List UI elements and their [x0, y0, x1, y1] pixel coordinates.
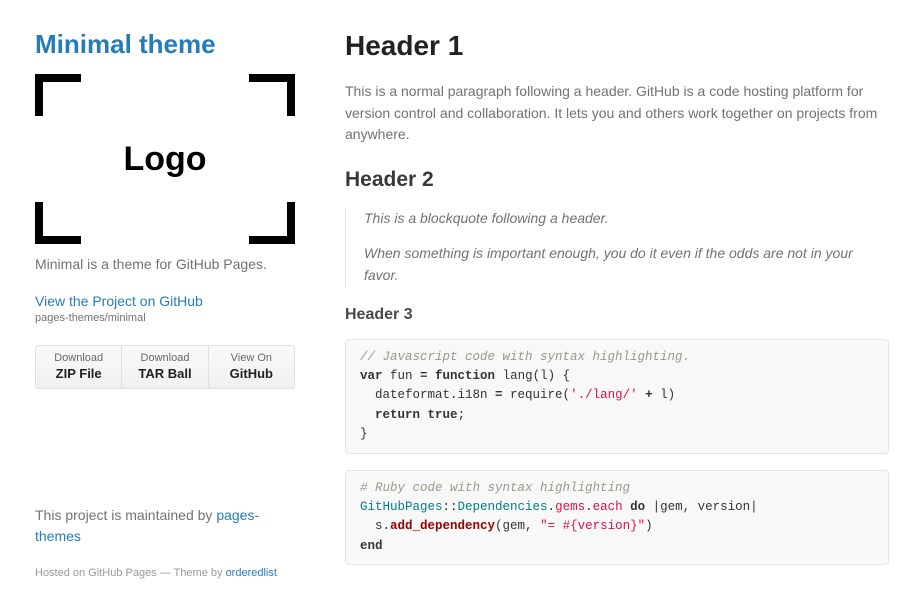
code-text: dateformat.i18n	[360, 388, 495, 402]
code-text: (gem,	[495, 519, 540, 533]
logo-corner-icon	[249, 74, 295, 116]
download-label-big: TAR Ball	[126, 366, 203, 382]
code-op: =	[420, 369, 428, 383]
download-label-big: GitHub	[213, 366, 290, 382]
download-buttons: Download ZIP File Download TAR Ball View…	[35, 345, 295, 390]
code-text: lang(l) {	[495, 369, 570, 383]
code-method: add_dependency	[390, 519, 495, 533]
download-tar-button[interactable]: Download TAR Ball	[122, 346, 208, 389]
site-title-link[interactable]: Minimal theme	[35, 29, 216, 59]
code-text	[360, 408, 375, 422]
code-class: GitHubPages	[360, 500, 443, 514]
download-label-small: Download	[141, 352, 190, 364]
code-method: gems	[555, 500, 585, 514]
code-text: .	[585, 500, 593, 514]
code-text: |gem, version|	[645, 500, 758, 514]
code-keyword: function	[428, 369, 496, 383]
logo-image: Logo	[35, 74, 295, 244]
code-text: ::	[443, 500, 458, 514]
download-zip-button[interactable]: Download ZIP File	[36, 346, 122, 389]
blockquote-paragraph: When something is important enough, you …	[364, 243, 889, 286]
code-string: './lang/'	[570, 388, 638, 402]
hosted-prefix: Hosted on GitHub Pages — Theme by	[35, 567, 226, 579]
code-block-ruby: # Ruby code with syntax highlighting Git…	[345, 470, 889, 566]
logo-corner-icon	[35, 202, 81, 244]
code-comment: // Javascript code with syntax highlight…	[360, 350, 690, 364]
code-block-js: // Javascript code with syntax highlight…	[345, 339, 889, 454]
site-tagline: Minimal is a theme for GitHub Pages.	[35, 254, 285, 275]
hosted-on: Hosted on GitHub Pages — Theme by ordere…	[35, 565, 285, 582]
code-op: +	[645, 388, 653, 402]
main-content: Header 1 This is a normal paragraph foll…	[325, 25, 889, 581]
code-keyword: end	[360, 539, 383, 553]
code-keyword: var	[360, 369, 383, 383]
download-label-small: View On	[231, 352, 272, 364]
view-on-github-link[interactable]: View the Project on GitHub	[35, 293, 203, 309]
view-on-github-button[interactable]: View On GitHub	[209, 346, 294, 389]
repo-slug: pages-themes/minimal	[35, 310, 285, 327]
header-2: Header 2	[345, 164, 889, 196]
code-text	[623, 500, 631, 514]
code-text	[420, 408, 428, 422]
code-text: s.	[360, 519, 390, 533]
blockquote: This is a blockquote following a header.…	[345, 208, 889, 287]
code-string: "= #{version}"	[540, 519, 645, 533]
download-label-small: Download	[54, 352, 103, 364]
code-text: }	[360, 427, 368, 441]
code-text: fun	[383, 369, 421, 383]
maintained-by: This project is maintained by pages-them…	[35, 505, 285, 547]
download-label-big: ZIP File	[40, 366, 117, 382]
logo-text: Logo	[123, 134, 206, 185]
code-method: each	[593, 500, 623, 514]
code-text: .	[548, 500, 556, 514]
code-text: require(	[503, 388, 571, 402]
theme-author-link[interactable]: orderedlist	[226, 567, 277, 579]
logo-corner-icon	[249, 202, 295, 244]
sidebar: Minimal theme Logo Minimal is a theme fo…	[35, 25, 325, 581]
code-keyword: do	[630, 500, 645, 514]
code-text: l)	[653, 388, 676, 402]
code-op: =	[495, 388, 503, 402]
code-text: ;	[458, 408, 466, 422]
header-3: Header 3	[345, 303, 889, 327]
code-class: Dependencies	[458, 500, 548, 514]
logo-corner-icon	[35, 74, 81, 116]
header-1: Header 1	[345, 25, 889, 67]
code-keyword: return	[375, 408, 420, 422]
code-comment: # Ruby code with syntax highlighting	[360, 481, 630, 495]
code-text: )	[645, 519, 653, 533]
code-keyword: true	[428, 408, 458, 422]
site-title: Minimal theme	[35, 25, 285, 64]
blockquote-paragraph: This is a blockquote following a header.	[364, 208, 889, 230]
code-text	[638, 388, 646, 402]
maintained-prefix: This project is maintained by	[35, 507, 216, 523]
paragraph: This is a normal paragraph following a h…	[345, 81, 889, 146]
